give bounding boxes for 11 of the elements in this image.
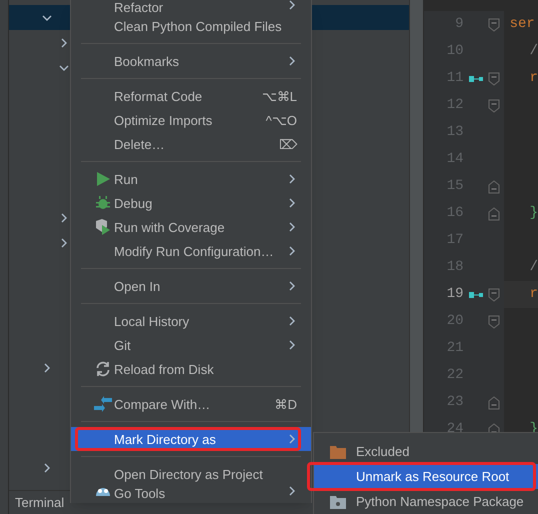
shortcut-text: ^⌥O — [266, 112, 297, 128]
shortcut-text: ⌘D — [274, 396, 297, 412]
shortcut-text: ⌦ — [279, 136, 297, 152]
code-text: r — [530, 286, 538, 302]
code-text: / — [530, 43, 538, 59]
code-text: / — [530, 259, 538, 275]
code-text: } — [530, 205, 538, 221]
line-number: 19 — [446, 285, 464, 304]
shortcut-text: ⌥⌘L — [262, 88, 297, 104]
code-text: ser — [510, 16, 535, 32]
code-text: r — [530, 70, 538, 86]
